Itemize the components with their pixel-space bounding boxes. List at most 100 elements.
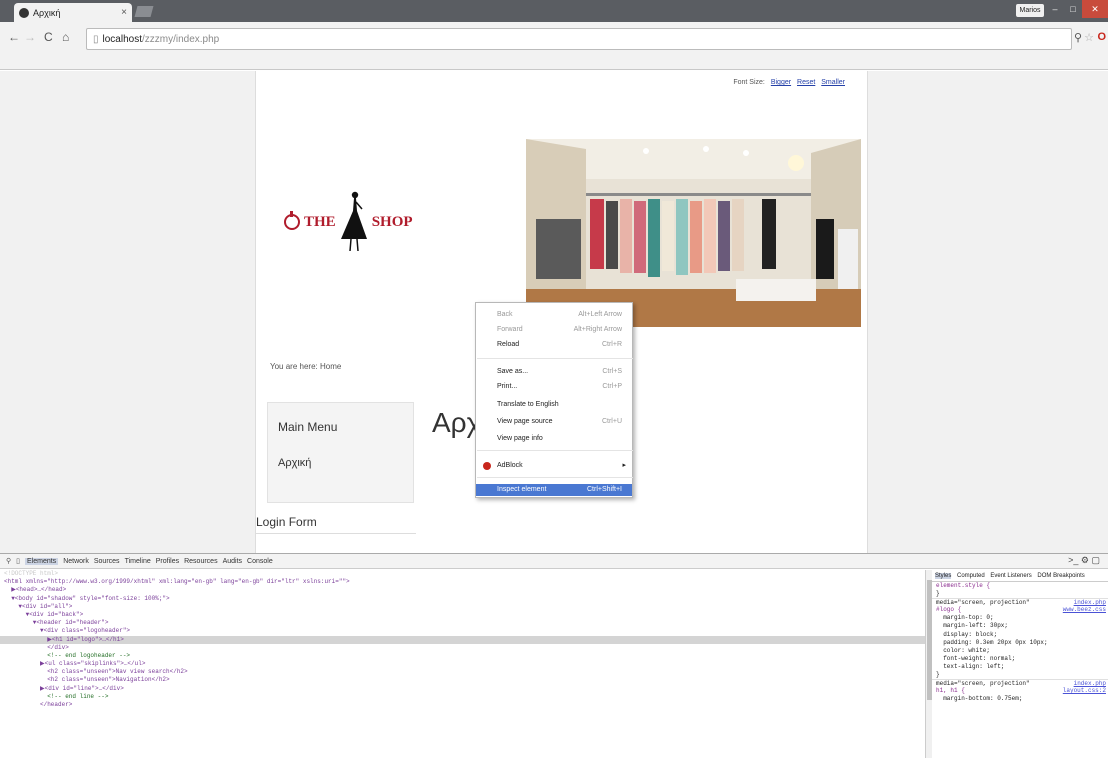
devtools-tab-resources[interactable]: Resources [184, 558, 217, 565]
style-text: element.style { [936, 582, 991, 589]
dom-line[interactable]: </div> [0, 644, 928, 652]
style-text: text-align: left; [936, 662, 1005, 670]
minimize-button[interactable]: – [1046, 0, 1064, 18]
devtools-tab-console[interactable]: Console [247, 558, 273, 565]
search-icon[interactable]: ⚲ [6, 557, 11, 565]
dom-line[interactable]: <!-- end line --> [0, 693, 928, 701]
devtools-tab-elements[interactable]: Elements [25, 557, 59, 565]
new-tab-button[interactable] [134, 6, 154, 17]
ctx-item-view-source[interactable]: View page source Ctrl+U [476, 416, 632, 428]
dom-line[interactable]: <!DOCTYPE html> [0, 570, 928, 578]
ctx-item-print[interactable]: Print... Ctrl+P [476, 381, 632, 393]
home-icon[interactable]: ⌂ [62, 30, 69, 44]
ctx-shortcut: Alt+Right Arrow [573, 326, 622, 333]
style-line[interactable]: element.style { [932, 582, 1108, 590]
ctx-item-forward[interactable]: Forward Alt+Right Arrow [476, 324, 632, 336]
dom-line[interactable]: ▼<div class="logoheader"> [0, 627, 928, 635]
styles-tab-computed[interactable]: Computed [957, 573, 985, 579]
style-text: } [936, 671, 940, 679]
dom-line[interactable]: ▶<ul class="skiplinks">…</ul> [0, 660, 928, 668]
star-icon[interactable]: ☆ [1084, 31, 1094, 44]
location-icon[interactable]: ⚲ [1074, 31, 1082, 44]
style-text: } [936, 590, 940, 598]
ctx-item-reload[interactable]: Reload Ctrl+R [476, 339, 632, 351]
boutique-photo [526, 139, 861, 327]
opera-icon[interactable]: O [1097, 31, 1106, 43]
styles-tab-dom-breakpoints[interactable]: DOM Breakpoints [1037, 573, 1084, 579]
devtools-tab-profiles[interactable]: Profiles [156, 558, 179, 565]
dom-line[interactable]: </header> [0, 701, 928, 709]
tab-close-icon[interactable]: × [121, 7, 127, 18]
back-icon[interactable]: ← [8, 30, 20, 44]
maximize-button[interactable]: □ [1064, 0, 1082, 18]
style-line[interactable]: text-align: left; [932, 663, 1108, 671]
font-smaller-link[interactable]: Smaller [821, 79, 845, 86]
style-line[interactable]: media="screen, projection" index.php [932, 598, 1108, 606]
dom-line[interactable]: ▶<head>…</head> [0, 586, 928, 594]
devtools-tab-timeline[interactable]: Timeline [125, 558, 151, 565]
style-line[interactable]: margin-top: 0; [932, 614, 1108, 622]
address-bar[interactable]: ▯ localhost /zzzmy/index.php [86, 28, 1072, 50]
style-line[interactable]: media="screen, projection" index.php [932, 679, 1108, 687]
style-line[interactable]: padding: 0.3em 20px 0px 10px; [932, 639, 1108, 647]
style-line[interactable]: display: block; [932, 631, 1108, 639]
styles-tab-event-listeners[interactable]: Event Listeners [990, 573, 1031, 579]
devtools-window-controls[interactable]: >_ ⚙ ▢ [1068, 555, 1100, 566]
close-window-button[interactable]: ✕ [1082, 0, 1108, 18]
main-menu-item-home[interactable]: Αρχική [278, 457, 311, 469]
ctx-item-view-info[interactable]: View page info [476, 433, 632, 445]
devtools-tab-sources[interactable]: Sources [94, 558, 120, 565]
main-menu-title: Main Menu [278, 420, 338, 434]
ctx-item-translate[interactable]: Translate to English [476, 399, 632, 411]
styles-tabs: Styles Computed Event Listeners DOM Brea… [932, 570, 1108, 582]
profile-button[interactable]: Marios [1016, 4, 1044, 17]
style-line[interactable]: } [932, 671, 1108, 679]
style-line[interactable]: font-weight: normal; [932, 655, 1108, 663]
dom-line[interactable]: ▼<header id="header"> [0, 619, 928, 627]
reload-icon[interactable]: C [44, 30, 53, 44]
style-text: #logo { [936, 606, 962, 614]
ctx-label: Save as... [497, 368, 529, 375]
dom-line[interactable]: ▼<div id="all"> [0, 603, 928, 611]
ctx-item-save-as[interactable]: Save as... Ctrl+S [476, 366, 632, 378]
ctx-label: Inspect element [497, 486, 547, 493]
dom-line[interactable]: <h2 class="unseen">Navigation</h2> [0, 676, 928, 684]
dom-line[interactable]: <!-- end logoheader --> [0, 652, 928, 660]
ctx-shortcut: Ctrl+Shift+I [586, 486, 622, 493]
styles-tab-styles[interactable]: Styles [935, 573, 952, 579]
dom-line-selected[interactable]: ▶<h1 id="logo">…</h1> [0, 635, 928, 644]
dom-line[interactable]: ▼<body id="shadow" style="font-size: 100… [0, 595, 928, 603]
font-bigger-link[interactable]: Bigger [771, 79, 791, 86]
site-logo[interactable]: THE SHOP [284, 189, 413, 255]
style-line[interactable]: #logo { www.beez.css [932, 606, 1108, 614]
dom-line[interactable]: <html xmlns="http://www.w3.org/1999/xhtm… [0, 578, 928, 586]
ctx-item-adblock[interactable]: AdBlock ▸ [476, 460, 632, 472]
device-mode-icon[interactable]: ▯ [16, 557, 20, 565]
ctx-item-back[interactable]: Back Alt+Left Arrow [476, 309, 632, 321]
ctx-item-inspect-element[interactable]: Inspect element Ctrl+Shift+I [476, 484, 632, 496]
style-source-link[interactable]: www.beez.css [1063, 606, 1106, 614]
dom-line[interactable]: ▼<div id="back"> [0, 611, 928, 619]
dom-line[interactable]: ▶<div id="line">…</div> [0, 685, 928, 693]
devtools-panel: ⚲ ▯ Elements Network Sources Timeline Pr… [0, 553, 1108, 758]
dom-scrollbar[interactable] [925, 570, 932, 758]
style-line[interactable]: h1, h1 {layout.css:2 [932, 687, 1108, 695]
style-line[interactable]: margin-left: 30px; [932, 622, 1108, 630]
dom-line[interactable]: <h2 class="unseen">Nav view search</h2> [0, 668, 928, 676]
ctx-separator [477, 358, 633, 359]
devtools-tab-audits[interactable]: Audits [223, 558, 242, 565]
ctx-label: View page source [497, 418, 553, 425]
dom-tree[interactable]: <!DOCTYPE html> <html xmlns="http://www.… [0, 570, 928, 758]
browser-tab[interactable]: Αρχική × [14, 3, 132, 22]
style-line[interactable]: margin-bottom: 0.75em; [932, 695, 1108, 703]
forward-icon[interactable]: → [24, 30, 36, 44]
devtools-tab-network[interactable]: Network [63, 558, 89, 565]
style-source-link[interactable]: layout.css:2 [1063, 687, 1106, 695]
ctx-separator [477, 477, 633, 478]
style-text: padding: 0.3em 20px 0px 10px; [936, 638, 1048, 646]
style-line[interactable]: } [932, 590, 1108, 598]
style-line[interactable]: color: white; [932, 647, 1108, 655]
font-reset-link[interactable]: Reset [797, 79, 815, 86]
style-text: display: block; [936, 630, 998, 638]
styles-pane: Styles Computed Event Listeners DOM Brea… [932, 570, 1108, 758]
